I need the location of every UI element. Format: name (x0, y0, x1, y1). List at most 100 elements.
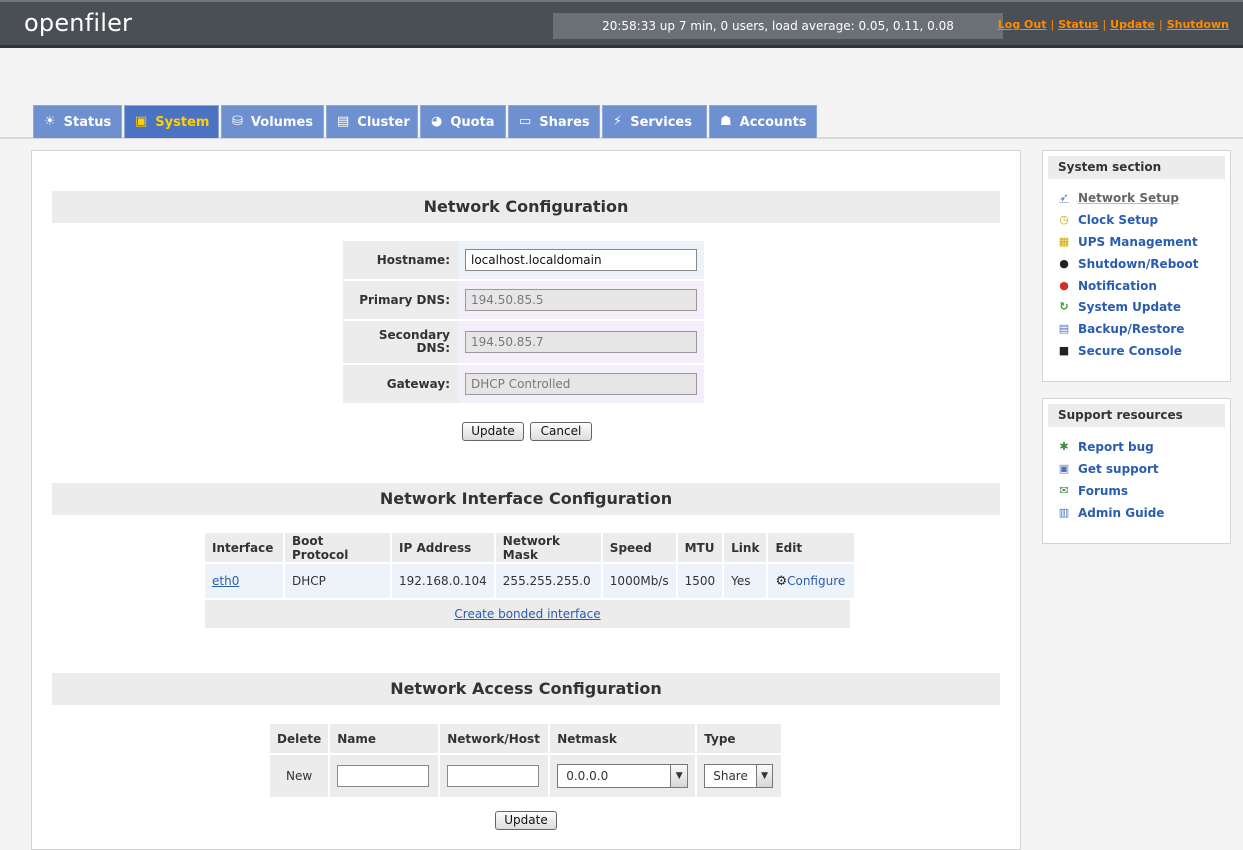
tab-volumes[interactable]: ⛁ Volumes (221, 105, 324, 138)
create-bonded-interface-link[interactable]: Create bonded interface (454, 607, 600, 621)
tab-accounts[interactable]: ☗ Accounts (709, 105, 817, 138)
status-link[interactable]: Status (1058, 18, 1098, 31)
bug-icon: ✱ (1059, 440, 1069, 453)
col-boot-protocol: Boot Protocol (285, 533, 390, 562)
table-row: New 0.0.0.0 ▼ Share ▼ (270, 755, 782, 797)
forums-icon: ✉ (1059, 484, 1069, 497)
access-name-input[interactable] (337, 765, 430, 787)
name-cell (330, 755, 439, 797)
col-ip-address: IP Address (392, 533, 494, 562)
sidebar-item-shutdown-reboot[interactable]: ● Shutdown/Reboot (1057, 254, 1198, 274)
table-row: eth0 DHCP 192.168.0.104 255.255.255.0 10… (205, 564, 855, 598)
sidebar-item-forums[interactable]: ✉ Forums (1057, 481, 1128, 501)
access-config-title: Network Access Configuration (52, 673, 1000, 705)
logout-link[interactable]: Log Out (998, 18, 1047, 31)
network-config-form: Hostname: Primary DNS: Secondary DNS: Ga… (343, 239, 704, 405)
bonded-interface-row: Create bonded interface (205, 600, 850, 628)
support-resources-title: Support resources (1048, 404, 1225, 427)
cluster-icon: ▤ (337, 114, 350, 129)
speed-cell: 1000Mb/s (602, 564, 676, 598)
netmask-cell: 0.0.0.0 ▼ (550, 755, 696, 797)
shutdown-link[interactable]: Shutdown (1167, 18, 1229, 31)
services-icon: ⚡ (613, 114, 623, 129)
sidebar-item-clock-setup[interactable]: ◷ Clock Setup (1057, 210, 1158, 230)
col-link: Link (724, 533, 767, 562)
ups-icon: ▦ (1058, 235, 1070, 248)
sidebar-item-network-setup[interactable]: ➶ Network Setup (1057, 188, 1179, 208)
main-tabs: ☀ Status ▣ System ⛁ Volumes ▤ Cluster ◕ Quota… (33, 105, 819, 138)
uptime-status: 20:58:33 up 7 min, 0 users, load average… (553, 13, 1003, 39)
mtu-cell: 1500 (677, 564, 723, 598)
col-interface: Interface (205, 533, 283, 562)
shutdown-icon: ● (1059, 257, 1069, 270)
network-update-button[interactable]: Update (462, 422, 524, 441)
access-update-button[interactable]: Update (495, 811, 557, 830)
ip-address-cell: 192.168.0.104 (392, 564, 494, 598)
chevron-down-icon[interactable]: ▼ (755, 765, 773, 787)
network-cancel-button[interactable]: Cancel (530, 422, 592, 441)
eth0-link[interactable]: eth0 (212, 574, 239, 588)
system-section-title: System section (1048, 156, 1225, 179)
tab-shares[interactable]: ▭ Shares (508, 105, 600, 138)
primary-dns-label: Primary DNS: (343, 281, 458, 319)
new-label: New (270, 755, 329, 797)
accounts-icon: ☗ (720, 114, 732, 129)
sidebar-item-report-bug[interactable]: ✱ Report bug (1057, 437, 1153, 457)
interface-table: Interface Boot Protocol IP Address Netwo… (203, 531, 856, 600)
top-links: Log Out | Status | Update | Shutdown (997, 18, 1229, 31)
secondary-dns-label: Secondary DNS: (343, 321, 458, 363)
tab-cluster[interactable]: ▤ Cluster (326, 105, 418, 138)
clock-icon: ◷ (1059, 213, 1069, 226)
gateway-cell (458, 365, 704, 403)
hostname-input[interactable] (465, 249, 697, 271)
network-config-title: Network Configuration (52, 191, 1000, 223)
tab-system[interactable]: ▣ System (124, 105, 219, 138)
notification-icon: ● (1059, 279, 1069, 292)
volumes-icon: ⛁ (232, 114, 243, 129)
interface-cell: eth0 (205, 564, 283, 598)
guide-icon: ▥ (1058, 506, 1070, 519)
col-mtu: MTU (677, 533, 723, 562)
configure-link[interactable]: Configure (787, 574, 845, 588)
chevron-down-icon[interactable]: ▼ (670, 765, 688, 787)
col-type: Type (697, 724, 782, 753)
sidebar-item-admin-guide[interactable]: ▥ Admin Guide (1057, 503, 1165, 523)
backup-icon: ▤ (1058, 322, 1070, 335)
col-speed: Speed (602, 533, 676, 562)
sidebar-item-ups-management[interactable]: ▦ UPS Management (1057, 232, 1198, 252)
access-network-host-input[interactable] (447, 765, 540, 787)
gateway-input (465, 373, 697, 395)
network-host-cell (440, 755, 549, 797)
primary-dns-cell (458, 281, 704, 319)
sidebar-item-backup-restore[interactable]: ▤ Backup/Restore (1057, 319, 1185, 339)
sidebar-item-notification[interactable]: ● Notification (1057, 276, 1157, 296)
col-name: Name (330, 724, 439, 753)
interface-config-title: Network Interface Configuration (52, 483, 1000, 515)
col-network-host: Network/Host (440, 724, 549, 753)
tab-quota[interactable]: ◕ Quota (420, 105, 506, 138)
primary-dns-input (465, 289, 697, 311)
interface-table-header: Interface Boot Protocol IP Address Netwo… (205, 533, 855, 562)
openfiler-logo: openfiler (24, 9, 133, 37)
type-select[interactable]: Share ▼ (704, 764, 774, 788)
netmask-select[interactable]: 0.0.0.0 ▼ (557, 764, 689, 788)
sidebar-item-system-update[interactable]: ↻ System Update (1057, 297, 1181, 317)
tab-status[interactable]: ☀ Status (33, 105, 122, 138)
col-edit: Edit (768, 533, 855, 562)
hostname-cell (458, 241, 704, 279)
status-icon: ☀ (44, 114, 56, 129)
hostname-label: Hostname: (343, 241, 458, 279)
sidebar-item-secure-console[interactable]: ■ Secure Console (1057, 341, 1182, 361)
col-network-mask: Network Mask (495, 533, 601, 562)
network-mask-cell: 255.255.255.0 (495, 564, 601, 598)
update-link[interactable]: Update (1110, 18, 1155, 31)
col-delete: Delete (270, 724, 329, 753)
tab-services[interactable]: ⚡ Services (602, 105, 707, 138)
boot-protocol-cell: DHCP (285, 564, 390, 598)
secondary-dns-input (465, 331, 697, 353)
console-icon: ■ (1058, 344, 1070, 357)
network-setup-icon: ➶ (1059, 191, 1069, 204)
top-header: openfiler 20:58:33 up 7 min, 0 users, lo… (0, 0, 1243, 48)
sidebar-item-get-support[interactable]: ▣ Get support (1057, 459, 1159, 479)
configure-icon[interactable]: ⚙ (775, 574, 787, 589)
